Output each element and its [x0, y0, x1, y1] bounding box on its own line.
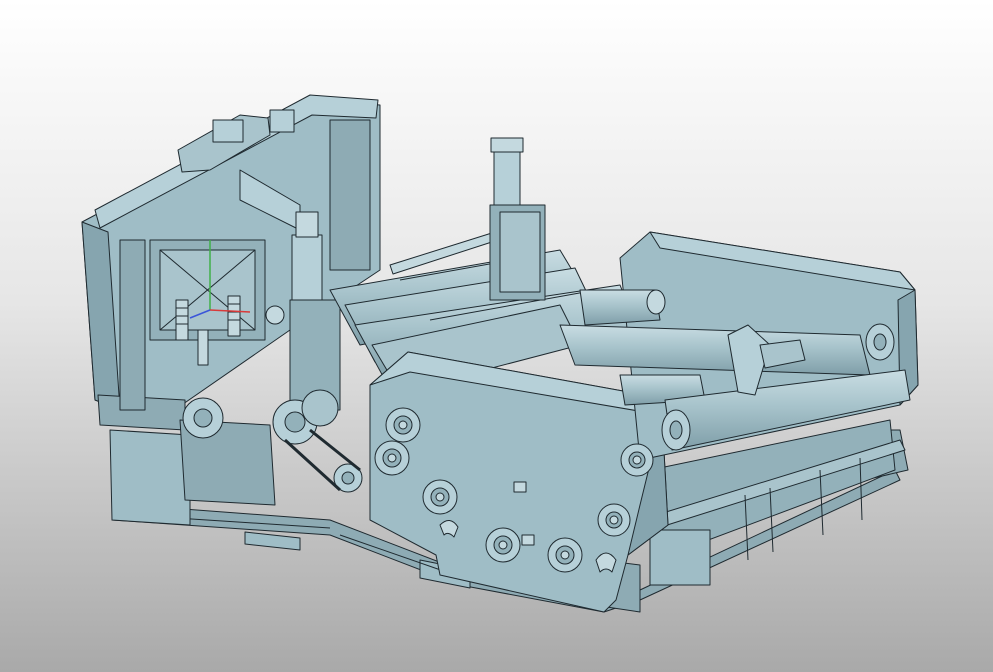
- slitting-machine-3d-model[interactable]: [0, 0, 993, 672]
- top-air-cylinder: [489, 137, 546, 301]
- cad-3d-viewport[interactable]: [0, 0, 993, 672]
